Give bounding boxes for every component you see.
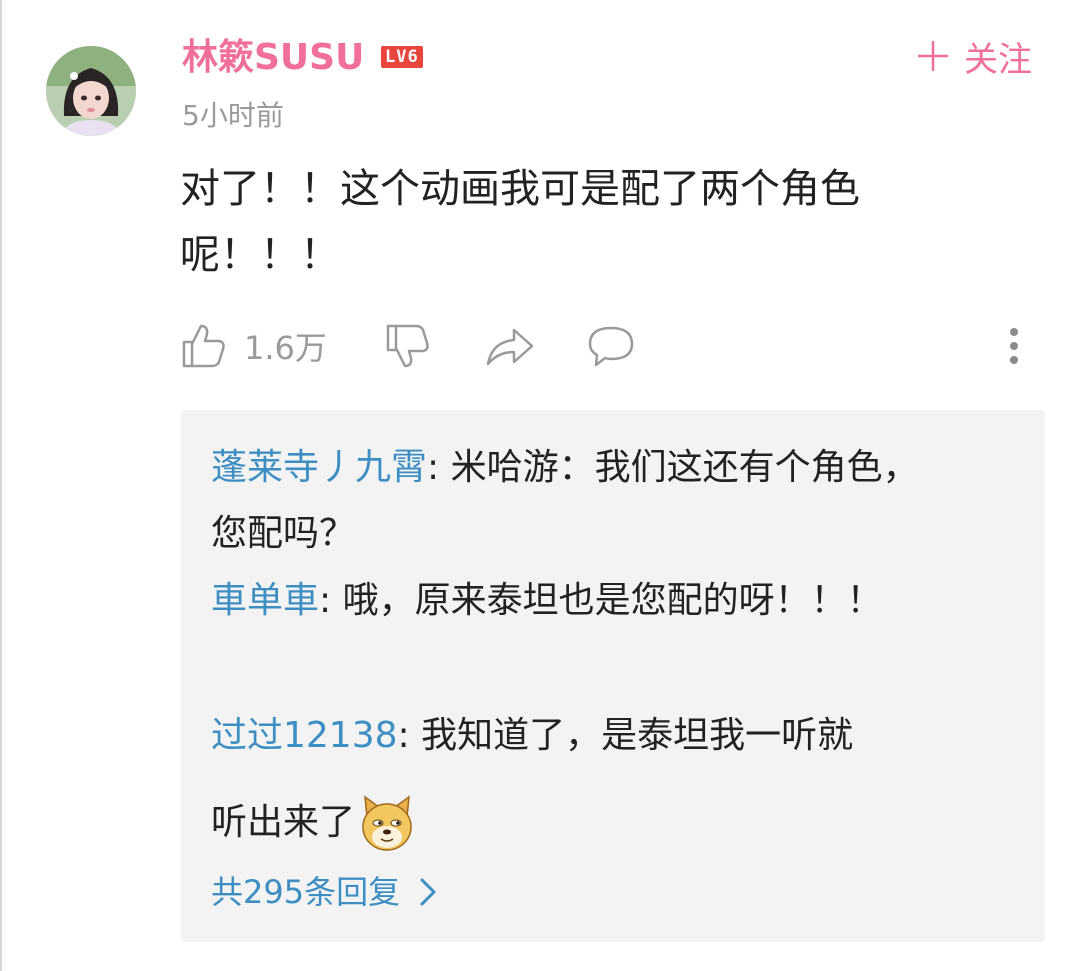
reply-item[interactable]: 过过12138: 我知道了，是泰坦我一听就 <box>211 703 951 769</box>
comment-text: 对了！！这个动画我可是配了两个角色呢！！！ <box>180 166 860 278</box>
level-badge: LV6 <box>381 46 423 68</box>
username[interactable]: 林簌SUSU <box>182 36 364 80</box>
doge-emoji-icon <box>357 793 417 853</box>
reply-preview-box[interactable]: 蓬莱寺丿九霄: 米哈游：我们这还有个角色，您配吗？ 車单車: 哦，原来泰坦也是您… <box>181 410 1045 942</box>
avatar-image <box>46 46 136 136</box>
reply-text: : 我知道了，是泰坦我一听就 <box>397 715 854 756</box>
like-button[interactable]: 1.6万 <box>180 318 327 374</box>
comment-bubble-icon <box>588 326 634 367</box>
comment-actions: 1.6万 <box>180 318 1040 374</box>
thumbs-down-icon <box>386 324 429 368</box>
share-icon <box>486 328 534 366</box>
chevron-right-icon <box>420 878 436 906</box>
reply-button[interactable] <box>586 318 636 374</box>
like-count: 1.6万 <box>244 329 327 367</box>
share-button[interactable] <box>484 318 536 374</box>
thumbs-up-icon <box>182 324 225 368</box>
follow-label: 关注 <box>964 40 1032 80</box>
reply-author[interactable]: 車单車 <box>211 580 319 621</box>
reply-author[interactable]: 蓬莱寺丿九霄 <box>211 447 427 488</box>
reply-text: 听出来了 <box>211 802 356 843</box>
dislike-button[interactable] <box>384 318 432 374</box>
reply-item[interactable]: 車单車: 哦，原来泰坦也是您配的呀！！！ <box>211 568 951 634</box>
reply-text-continued: 听出来了 <box>211 790 417 856</box>
more-options-button[interactable] <box>1000 318 1028 374</box>
reply-author[interactable]: 过过12138 <box>211 715 398 756</box>
avatar[interactable] <box>46 46 136 136</box>
window-edge <box>0 0 2 971</box>
reply-text: : 哦，原来泰坦也是您配的呀！！！ <box>319 580 883 621</box>
more-vertical-icon <box>1010 328 1018 364</box>
follow-button[interactable]: 关注 <box>916 38 1032 82</box>
reply-count-label: 共295条回复 <box>211 873 401 911</box>
plus-icon <box>916 38 950 82</box>
comment-time: 5小时前 <box>182 99 284 132</box>
reply-item[interactable]: 蓬莱寺丿九霄: 米哈游：我们这还有个角色，您配吗？ <box>211 435 951 567</box>
view-all-replies-link[interactable]: 共295条回复 <box>211 868 438 916</box>
